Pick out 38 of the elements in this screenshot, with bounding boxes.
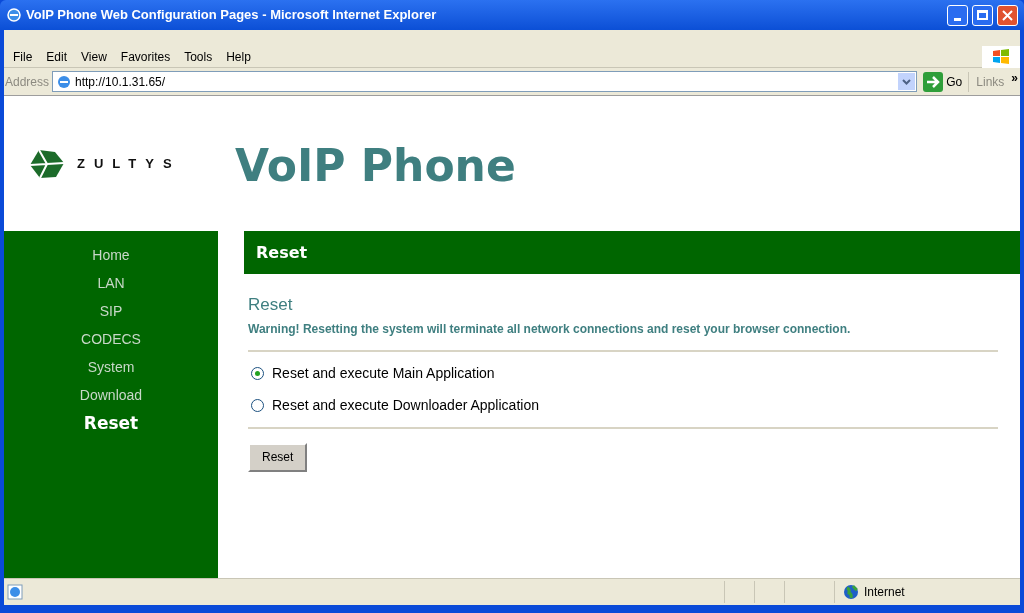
zone-label: Internet: [864, 584, 905, 601]
menu-item[interactable]: Favorites: [113, 47, 178, 66]
browser-icon: [6, 7, 22, 23]
menu-item[interactable]: Edit: [39, 47, 75, 66]
menu-item[interactable]: View: [74, 47, 114, 66]
nav-link[interactable]: Home: [92, 241, 130, 269]
nav-link[interactable]: Reset: [83, 409, 139, 437]
nav-link[interactable]: CODECS: [81, 325, 141, 353]
radio-label[interactable]: Reset and execute Main Application: [272, 362, 495, 384]
windows-logo-icon: [982, 45, 1020, 68]
close-button[interactable]: [997, 4, 1018, 26]
nav-link[interactable]: Download: [79, 381, 143, 409]
window-title: VoIP Phone Web Configuration Pages - Microsoft Internet Explorer: [26, 6, 438, 25]
menu-item[interactable]: Help: [219, 47, 258, 66]
page-title: VoIP Phone: [235, 138, 516, 193]
radio-button[interactable]: [251, 398, 264, 412]
nav-link[interactable]: System: [87, 353, 135, 381]
warning-text: Warning! Resetting the system will terminate all network connections and reset your browser connection.: [248, 320, 852, 338]
go-button[interactable]: Go: [920, 70, 966, 93]
menu-item[interactable]: Tools: [177, 47, 220, 66]
radio-button[interactable]: [251, 366, 264, 380]
nav-link[interactable]: LAN: [97, 269, 125, 297]
section-title: Reset: [248, 294, 294, 316]
section-header-bar: Reset: [244, 231, 1020, 274]
menu-item[interactable]: File: [6, 47, 40, 66]
radio-label[interactable]: Reset and execute Downloader Application: [272, 394, 539, 416]
address-field[interactable]: http://10.1.31.65/: [52, 71, 918, 92]
minimize-button[interactable]: [947, 4, 968, 26]
chevron-button[interactable]: »: [1011, 68, 1020, 87]
maximize-button[interactable]: [972, 4, 993, 26]
address-label: Address: [4, 73, 50, 91]
logo-icon: [29, 148, 65, 179]
reset-button[interactable]: Reset: [248, 442, 308, 472]
nav-link[interactable]: SIP: [99, 297, 123, 325]
globe-icon: [843, 584, 859, 600]
page-icon: [7, 584, 23, 600]
logo-wordmark: ZULTYS: [77, 154, 181, 173]
close-icon: [1002, 9, 1013, 21]
